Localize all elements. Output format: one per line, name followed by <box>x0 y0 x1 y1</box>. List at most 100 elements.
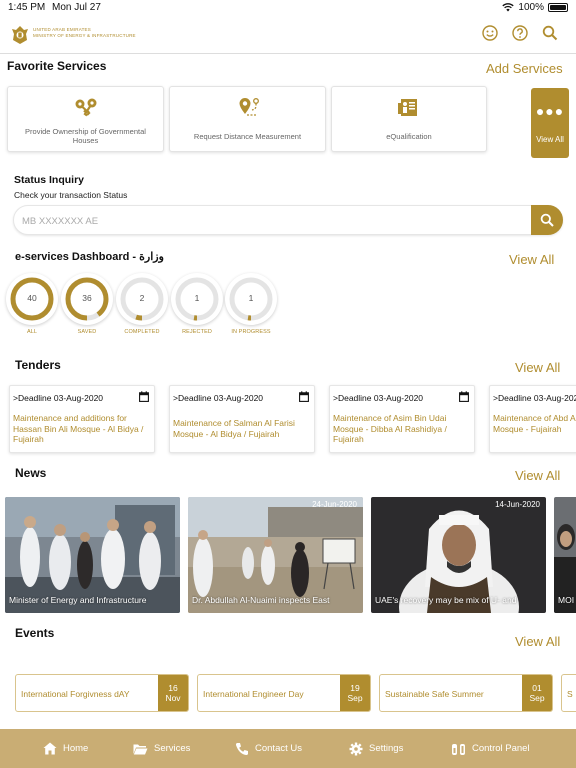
event-month: Sep <box>529 693 545 703</box>
uae-emblem-logo <box>12 26 28 44</box>
favorite-service-label: Provide Ownership of Governmental Houses <box>25 127 146 145</box>
event-title: Sustainable Safe Summer <box>385 689 484 699</box>
app-header: UNITED ARAB EMIRATES MINISTRY OF ENERGY … <box>0 16 576 54</box>
app-screen: 1:45 PM Mon Jul 27 100% UNITED ARAB EMIR… <box>0 0 576 768</box>
tenders-view-all-link[interactable]: View All <box>515 360 560 375</box>
ring-label: COMPLETED <box>124 329 160 335</box>
home-icon <box>43 742 57 755</box>
ring-label: IN PROGRESS <box>231 329 271 335</box>
ring-gauge: 1 <box>225 273 277 325</box>
ring-gauge: 1 <box>171 273 223 325</box>
event-title: International Engineer Day <box>203 689 304 699</box>
event-title: S <box>567 689 573 699</box>
status-time: 1:45 PM <box>8 2 46 13</box>
ring-gauge: 40 <box>6 273 58 325</box>
calendar-icon <box>299 391 309 402</box>
ring-count: 1 <box>194 293 200 303</box>
ring-gauge: 36 <box>61 273 113 325</box>
tab-label: Services <box>154 743 191 754</box>
event-card[interactable]: Sustainable Safe Summer 01 Sep <box>379 674 553 712</box>
ring-label: ALL <box>26 329 38 335</box>
tab-services[interactable]: Services <box>133 729 190 768</box>
tab-contact-us[interactable]: Contact Us <box>235 729 302 768</box>
tenders-title: Tenders <box>15 358 61 372</box>
wifi-icon <box>502 3 515 12</box>
tender-deadline: >Deadline 03-Aug-2020 <box>493 393 576 403</box>
status-inquiry-subtitle: Check your transaction Status <box>14 190 128 200</box>
news-card[interactable]: 14-Jun-2020 UAE's recovery may be mix of… <box>371 497 546 613</box>
help-icon[interactable] <box>512 25 528 41</box>
tender-card[interactable]: >Deadline 03-Aug-2020 Maintenance of Abd… <box>489 385 576 453</box>
news-card[interactable]: MOI <box>554 497 576 613</box>
event-date-badge: 01 Sep <box>522 675 552 711</box>
event-day: 16 <box>168 683 178 693</box>
transaction-search-button[interactable] <box>531 205 563 235</box>
event-card[interactable]: S <box>561 674 576 712</box>
event-card[interactable]: International Forgivness dAY 16 Nov <box>15 674 189 712</box>
dashboard-ring-in-progress[interactable]: 1 IN PROGRESS <box>225 273 277 335</box>
tab-settings[interactable]: Settings <box>349 729 403 768</box>
favorite-service-card[interactable]: Provide Ownership of Governmental Houses <box>7 86 164 152</box>
event-title: International Forgivness dAY <box>21 689 130 699</box>
news-view-all-link[interactable]: View All <box>515 468 560 483</box>
news-card[interactable]: Minister of Energy and Infrastructure <box>5 497 180 613</box>
search-icon[interactable] <box>542 25 558 41</box>
calendar-icon <box>459 391 469 402</box>
tab-label: Control Panel <box>472 743 530 754</box>
bottom-tab-bar: Home Services Contact Us Settings Contro… <box>0 729 576 768</box>
folder-icon <box>133 744 148 754</box>
favorites-title: Favorite Services <box>7 59 107 73</box>
event-day: 19 <box>350 683 360 693</box>
news-caption: UAE's recovery may be mix of U- and <box>375 595 517 605</box>
tender-card[interactable]: >Deadline 03-Aug-2020 Maintenance of Asi… <box>329 385 475 453</box>
tender-title: Maintenance of Asim Bin Udai Mosque - Di… <box>333 413 447 444</box>
tender-card[interactable]: >Deadline 03-Aug-2020 Maintenance and ad… <box>9 385 155 453</box>
event-month: Nov <box>165 693 181 703</box>
calendar-icon <box>139 391 149 402</box>
tab-control-panel[interactable]: Control Panel <box>451 729 530 768</box>
tender-deadline: >Deadline 03-Aug-2020 <box>333 393 424 403</box>
transaction-number-input[interactable] <box>22 212 522 230</box>
status-bar: 1:45 PM Mon Jul 27 100% <box>0 0 576 16</box>
transaction-search-box <box>13 205 563 235</box>
view-all-label: View All <box>536 135 564 144</box>
add-services-link[interactable]: Add Services <box>486 61 563 76</box>
favorite-service-label: Request Distance Measurement <box>193 132 302 141</box>
tab-home[interactable]: Home <box>43 729 88 768</box>
tender-deadline: >Deadline 03-Aug-2020 <box>173 393 264 403</box>
battery-percent: 100% <box>518 2 544 13</box>
status-date: Mon Jul 27 <box>52 2 101 13</box>
news-title: News <box>15 466 47 480</box>
status-right: 100% <box>502 2 568 13</box>
header-actions <box>482 25 558 41</box>
events-title: Events <box>15 626 55 640</box>
news-card[interactable]: 24-Jun-2020 Dr. Abdullah Al-Nuaimi inspe… <box>188 497 363 613</box>
more-dots-icon: ●●● <box>535 103 565 119</box>
event-date-badge: 19 Sep <box>340 675 370 711</box>
smiley-feedback-icon[interactable] <box>482 25 498 41</box>
dashboard-ring-saved[interactable]: 36 SAVED <box>61 273 113 335</box>
ring-count: 2 <box>139 293 145 303</box>
events-view-all-link[interactable]: View All <box>515 634 560 649</box>
event-day: 01 <box>532 683 542 693</box>
tender-title: Maintenance of Salman Al Farisi Mosque -… <box>173 418 295 439</box>
news-caption: Dr. Abdullah Al-Nuaimi inspects East <box>192 595 330 605</box>
ministry-name: UNITED ARAB EMIRATES MINISTRY OF ENERGY … <box>33 27 136 39</box>
dashboard-ring-completed[interactable]: 2 COMPLETED <box>116 273 168 335</box>
map-pin-icon <box>239 98 259 116</box>
favorite-service-card[interactable]: Request Distance Measurement <box>169 86 326 152</box>
favorites-view-all-button[interactable]: ●●● View All <box>531 88 569 158</box>
tender-title: Maintenance of Abd Al-Nasser Mosque - Fu… <box>493 413 576 434</box>
favorite-service-card[interactable]: eQualification <box>331 86 487 152</box>
ring-count: 1 <box>248 293 254 303</box>
tab-label: Settings <box>369 743 404 754</box>
ring-gauge: 2 <box>116 273 168 325</box>
dashboard-ring-all[interactable]: 40 ALL <box>6 273 58 335</box>
news-date: 14-Jun-2020 <box>495 500 540 509</box>
dashboard-view-all-link[interactable]: View All <box>509 252 554 267</box>
event-card[interactable]: International Engineer Day 19 Sep <box>197 674 371 712</box>
battery-icon <box>548 3 568 12</box>
dashboard-ring-rejected[interactable]: 1 REJECTED <box>171 273 223 335</box>
tender-card[interactable]: >Deadline 03-Aug-2020 Maintenance of Sal… <box>169 385 315 453</box>
ministry-line-2: MINISTRY OF ENERGY & INFRASTRUCTURE <box>33 33 136 38</box>
